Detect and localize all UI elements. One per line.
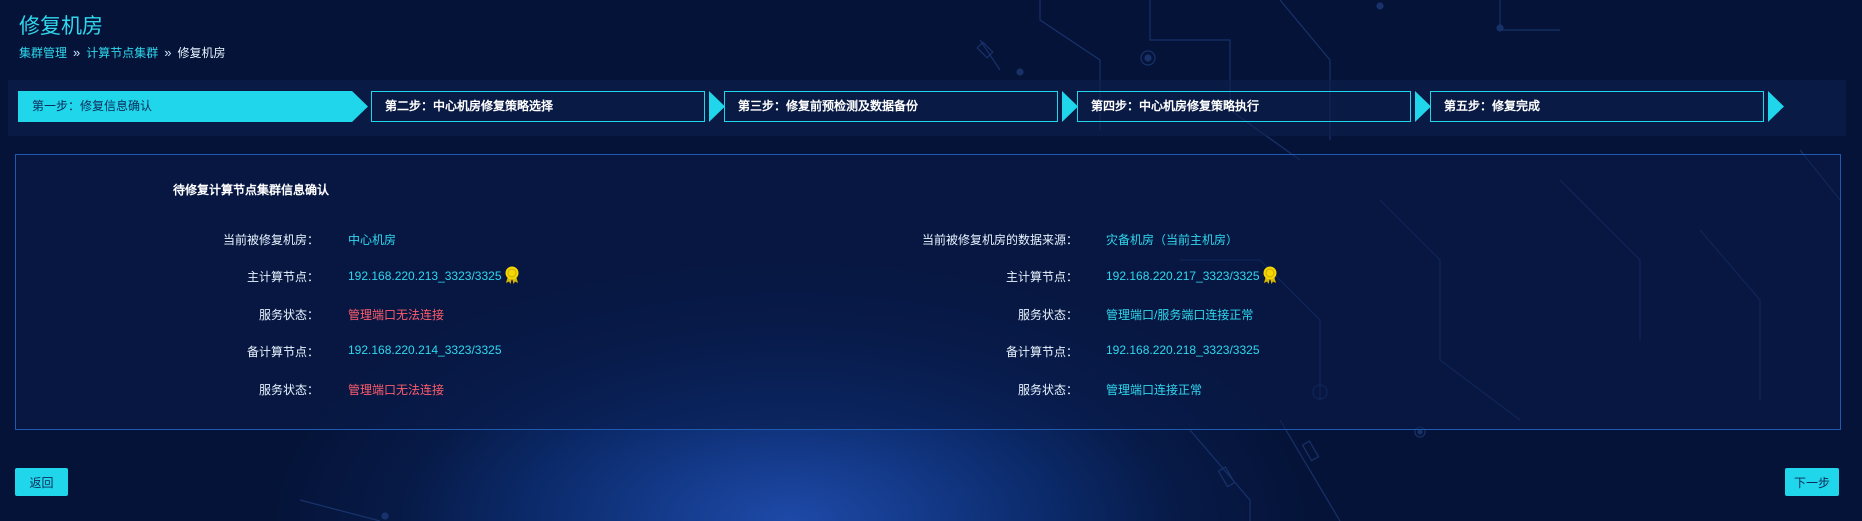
left-backup-status-value: 管理端口无法连接	[348, 383, 445, 397]
data-source-value: 灾备机房（当前主机房）	[1106, 233, 1239, 247]
left-backup-node-label: 备计算节点：	[246, 345, 319, 359]
current-room-value: 中心机房	[348, 233, 397, 247]
right-backup-node-label: 备计算节点：	[1005, 345, 1078, 359]
left-master-node-label: 主计算节点：	[246, 270, 319, 284]
left-master-node-value: 192.168.220.213_3323/3325	[348, 269, 502, 283]
left-backup-node-value: 192.168.220.214_3323/3325	[348, 343, 502, 357]
step-3-precheck-backup[interactable]: 第三步：修复前预检测及数据备份	[724, 91, 1084, 122]
right-backup-node-value: 192.168.220.218_3323/3325	[1106, 343, 1260, 357]
breadcrumb-current-page: 修复机房	[177, 46, 226, 60]
medal-icon	[505, 266, 518, 284]
left-master-node: 192.168.220.213_3323/3325	[348, 266, 520, 284]
step-5-repair-complete[interactable]: 第五步：修复完成	[1430, 91, 1790, 122]
breadcrumb: 集群管理 » 计算节点集群 » 修复机房	[19, 44, 226, 61]
right-master-node-label: 主计算节点：	[1005, 270, 1078, 284]
medal-icon	[1263, 266, 1276, 284]
right-backup-status-label: 服务状态：	[1017, 383, 1078, 397]
current-room-label: 当前被修复机房：	[222, 233, 319, 247]
step-label: 第三步：修复前预检测及数据备份	[738, 99, 919, 113]
right-master-node-value: 192.168.220.217_3323/3325	[1106, 269, 1260, 283]
back-button[interactable]: 返回	[15, 468, 68, 496]
data-source-label: 当前被修复机房的数据来源：	[921, 233, 1078, 247]
step-label: 第一步：修复信息确认	[32, 99, 153, 113]
right-master-node: 192.168.220.217_3323/3325	[1106, 266, 1278, 284]
breadcrumb-compute-node-cluster[interactable]: 计算节点集群	[86, 44, 158, 61]
step-label: 第五步：修复完成	[1444, 99, 1541, 113]
page-title: 修复机房	[19, 15, 103, 38]
breadcrumb-cluster-management[interactable]: 集群管理	[19, 44, 67, 61]
left-master-status-label: 服务状态：	[258, 308, 319, 322]
step-4-strategy-execute[interactable]: 第四步：中心机房修复策略执行	[1077, 91, 1437, 122]
cluster-info-panel: 待修复计算节点集群信息确认 当前被修复机房： 中心机房 主计算节点： 192.1…	[15, 154, 1841, 430]
step-label: 第四步：中心机房修复策略执行	[1091, 99, 1260, 113]
step-label: 第二步：中心机房修复策略选择	[385, 99, 554, 113]
breadcrumb-separator: »	[164, 45, 172, 60]
breadcrumb-separator: »	[73, 45, 81, 60]
right-master-status-value: 管理端口/服务端口连接正常	[1106, 308, 1254, 322]
next-step-button[interactable]: 下一步	[1785, 468, 1839, 496]
left-backup-status-label: 服务状态：	[258, 383, 319, 397]
right-master-status-label: 服务状态：	[1017, 308, 1078, 322]
step-1-confirm-info[interactable]: 第一步：修复信息确认	[18, 91, 370, 122]
wizard-steps-bar: 第一步：修复信息确认 第二步：中心机房修复策略选择 第三步：修复前预检测及数据备…	[8, 80, 1846, 136]
right-backup-status-value: 管理端口连接正常	[1106, 383, 1203, 397]
step-2-strategy-select[interactable]: 第二步：中心机房修复策略选择	[371, 91, 731, 122]
left-master-status-value: 管理端口无法连接	[348, 308, 445, 322]
panel-title: 待修复计算节点集群信息确认	[173, 183, 330, 197]
